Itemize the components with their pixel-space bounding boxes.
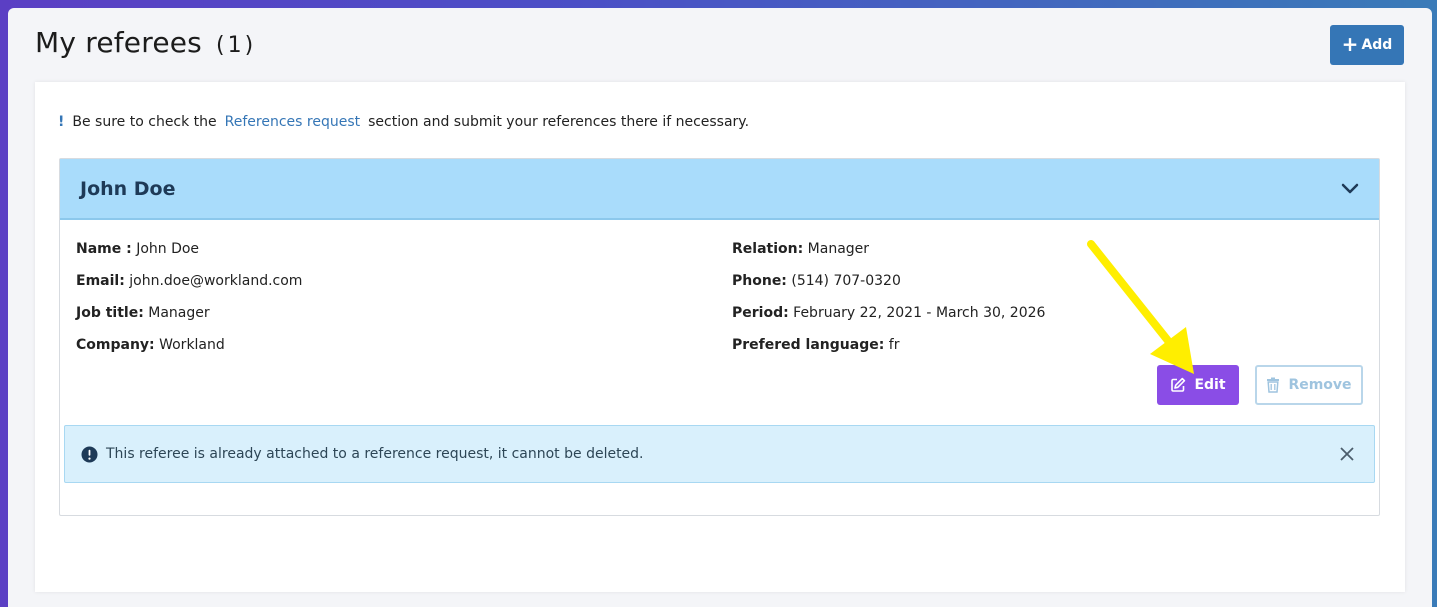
- field-period: Period: February 22, 2021 - March 30, 20…: [732, 305, 1046, 321]
- notice-text-after: section and submit your references there…: [368, 114, 750, 130]
- remove-button-label: Remove: [1288, 377, 1352, 393]
- referee-name: John Doe: [80, 177, 176, 200]
- page-title: My referees (1): [35, 26, 256, 59]
- field-relation: Relation: Manager: [732, 241, 870, 257]
- close-icon: [1340, 447, 1354, 461]
- remove-referee-button[interactable]: Remove: [1255, 365, 1363, 405]
- references-notice: ! Be sure to check the References reques…: [58, 114, 749, 130]
- page-title-text: My referees: [35, 26, 202, 59]
- info-alert: This referee is already attached to a re…: [64, 425, 1375, 483]
- add-referee-button[interactable]: + Add: [1330, 25, 1404, 65]
- field-company: Company: Workland: [76, 337, 225, 353]
- field-language: Prefered language: fr: [732, 337, 900, 353]
- field-phone: Phone: (514) 707-0320: [732, 273, 901, 289]
- chevron-down-icon[interactable]: [1341, 183, 1359, 195]
- referee-count: (1): [215, 33, 257, 58]
- edit-referee-button[interactable]: Edit: [1157, 365, 1239, 405]
- alert-message: This referee is already attached to a re…: [106, 446, 644, 462]
- edit-button-label: Edit: [1194, 377, 1226, 393]
- notice-exclamation: !: [58, 114, 65, 130]
- referee-item: John Doe Name : John Doe Email: john.doe…: [59, 158, 1380, 516]
- exclamation-circle-icon: [81, 446, 98, 462]
- field-name: Name : John Doe: [76, 241, 200, 257]
- referees-card: ! Be sure to check the References reques…: [35, 82, 1405, 592]
- trash-icon: [1267, 377, 1280, 393]
- add-button-label: Add: [1361, 37, 1393, 53]
- referee-header[interactable]: John Doe: [60, 159, 1379, 220]
- close-alert-button[interactable]: [1338, 445, 1356, 463]
- references-request-link[interactable]: References request: [225, 114, 360, 130]
- field-job-title: Job title: Manager: [76, 305, 210, 321]
- plus-icon: +: [1341, 32, 1359, 56]
- edit-icon: [1171, 377, 1186, 392]
- notice-text-before: Be sure to check the: [72, 114, 217, 130]
- referees-panel: My referees (1) + Add ! Be sure to check …: [8, 8, 1432, 607]
- field-email: Email: john.doe@workland.com: [76, 273, 303, 289]
